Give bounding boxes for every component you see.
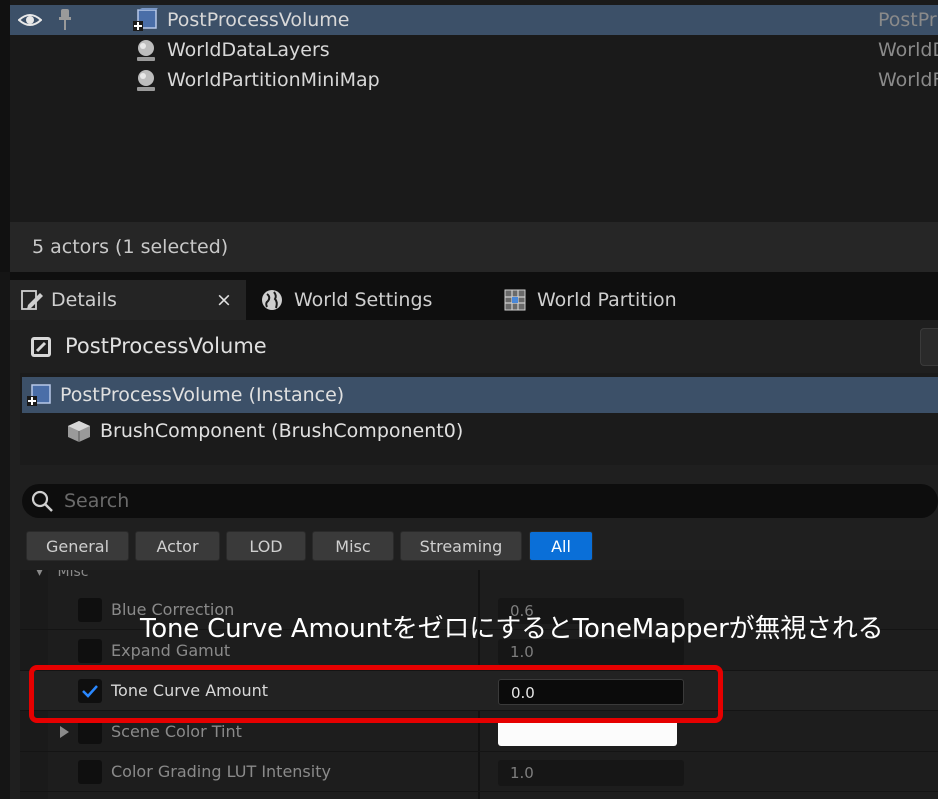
search-input[interactable]: Search (22, 484, 938, 518)
expand-arrow-icon[interactable] (58, 724, 70, 738)
outliner-row-type: WorldF (878, 69, 938, 91)
cube-icon (66, 419, 92, 443)
filter-all-button[interactable]: All (529, 531, 593, 561)
outliner-gutter (0, 0, 10, 272)
add-component-button[interactable] (920, 328, 938, 366)
details-panel: PostProcessVolume PostProcessVolume (Ins… (10, 320, 938, 799)
component-label: PostProcessVolume (Instance) (60, 384, 345, 406)
grid-icon (504, 289, 526, 311)
outliner-row-worlddatalayers[interactable]: WorldDataLayers WorldD (10, 35, 938, 65)
filter-actor-button[interactable]: Actor (135, 531, 220, 561)
outliner-row-type: PostPr (878, 9, 937, 31)
outliner-row-label: WorldDataLayers (167, 39, 330, 61)
filter-lod-button[interactable]: LOD (226, 531, 306, 561)
post-process-volume-icon (26, 383, 52, 407)
search-icon (30, 489, 54, 513)
outliner-row-postprocessvolume[interactable]: PostProcessVolume PostPr (10, 5, 938, 35)
component-tree: PostProcessVolume (Instance) BrushCompon… (20, 373, 938, 465)
override-checkbox[interactable] (78, 760, 102, 784)
globe-icon (260, 288, 284, 312)
tab-details[interactable]: Details × (10, 280, 246, 320)
tab-world-settings[interactable]: World Settings (254, 280, 474, 320)
actor-count-status: 5 actors (1 selected) (32, 236, 229, 258)
post-process-volume-icon (132, 8, 158, 32)
filter-streaming-button[interactable]: Streaming (400, 531, 522, 561)
panel-tab-bar: Details × World Settings World Partition (10, 272, 938, 320)
property-label: Color Grading LUT Intensity (111, 762, 331, 781)
eye-icon[interactable] (17, 9, 43, 31)
component-row-instance[interactable]: PostProcessVolume (Instance) (22, 377, 938, 413)
component-label: BrushComponent (BrushComponent0) (100, 420, 464, 442)
outliner-row-label: PostProcessVolume (167, 9, 350, 31)
tab-details-label: Details (51, 289, 117, 311)
pencil-icon (20, 288, 44, 312)
outliner-status-bar: 5 actors (1 selected) (10, 222, 938, 272)
filter-general-button[interactable]: General (26, 531, 129, 561)
override-checkbox[interactable] (78, 720, 102, 744)
chevron-down-icon: ▾ (36, 570, 44, 580)
tab-world-partition-label: World Partition (537, 289, 677, 311)
tab-world-partition[interactable]: World Partition (498, 280, 728, 320)
annotation-highlight-box (29, 665, 723, 723)
property-value[interactable]: 1.0 (498, 760, 684, 786)
world-info-icon (134, 38, 158, 62)
actor-name: PostProcessVolume (65, 334, 267, 358)
filter-misc-button[interactable]: Misc (312, 531, 394, 561)
world-info-icon (134, 68, 158, 92)
close-icon[interactable]: × (216, 280, 232, 320)
override-checkbox[interactable] (78, 639, 102, 663)
section-header-misc[interactable]: ▾ Misc (36, 570, 88, 580)
tab-world-settings-label: World Settings (294, 289, 433, 311)
property-row-color-grading-lut-intensity: Color Grading LUT Intensity 1.0 (20, 752, 938, 792)
world-outliner: PostProcessVolume PostPr WorldDataLayers… (0, 0, 938, 272)
actor-icon (29, 335, 53, 359)
outliner-row-worldpartitionminimap[interactable]: WorldPartitionMiniMap WorldF (10, 65, 938, 95)
section-header-label: Misc (57, 570, 89, 580)
search-placeholder: Search (64, 490, 130, 512)
annotation-text: Tone Curve AmountをゼロにするとToneMapperが無視される (140, 614, 884, 644)
component-row-brush[interactable]: BrushComponent (BrushComponent0) (22, 413, 938, 449)
outliner-row-type: WorldD (878, 39, 938, 61)
outliner-row-label: WorldPartitionMiniMap (167, 69, 380, 91)
pin-icon[interactable] (56, 8, 74, 32)
override-checkbox[interactable] (78, 598, 102, 622)
